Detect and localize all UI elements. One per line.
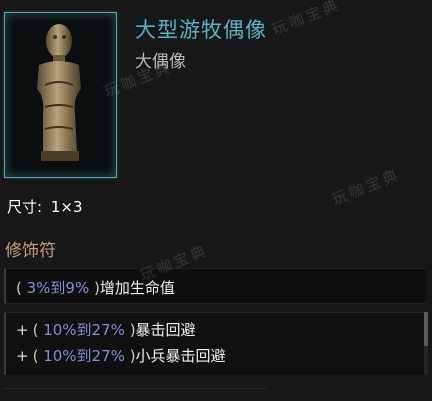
modifier-text: 暴击回避 (135, 321, 196, 339)
item-type: 大偶像 (135, 52, 186, 72)
implicit-modifiers: ( 3%到9% )增加生命值 (4, 268, 426, 304)
scrollbar-thumb[interactable] (424, 312, 428, 346)
modifier-prefix: + (16, 347, 29, 365)
range-open: ( (32, 321, 39, 339)
item-size: 尺寸: 1×3 (7, 196, 83, 217)
modifier-prefix: + (16, 321, 29, 339)
size-label: 尺寸: (7, 198, 43, 216)
modifier-text: 小兵暴击回避 (135, 347, 226, 365)
size-value: 1×3 (50, 198, 83, 216)
modifier-range: 10%到27% (43, 321, 125, 339)
modifier-text: 增加生命值 (99, 279, 175, 297)
modifier-range: 10%到27% (43, 347, 125, 365)
item-tooltip: 大型游牧偶像 大偶像 尺寸: 1×3 修饰符 ( 3%到9% )增加生命值 +(… (0, 0, 432, 401)
modifier-line: ( 3%到9% )增加生命值 (16, 277, 175, 298)
watermark: 玩咖宝典 (269, 0, 343, 39)
modifiers-title: 修饰符 (5, 241, 56, 261)
explicit-modifiers: +( 10%到27% )暴击回避 +( 10%到27% )小兵暴击回避 (4, 312, 426, 375)
divider (4, 388, 266, 389)
range-open: ( (32, 347, 39, 365)
range-open: ( (16, 279, 22, 297)
scrollbar[interactable] (424, 312, 428, 374)
idol-statue-icon (37, 24, 81, 161)
item-name: 大型游牧偶像 (135, 18, 267, 42)
modifier-line: +( 10%到27% )暴击回避 (16, 319, 196, 340)
modifier-line: +( 10%到27% )小兵暴击回避 (16, 345, 226, 366)
modifier-range: 3%到9% (26, 279, 90, 297)
item-image-frame (4, 12, 117, 178)
watermark: 玩咖宝典 (329, 165, 403, 209)
